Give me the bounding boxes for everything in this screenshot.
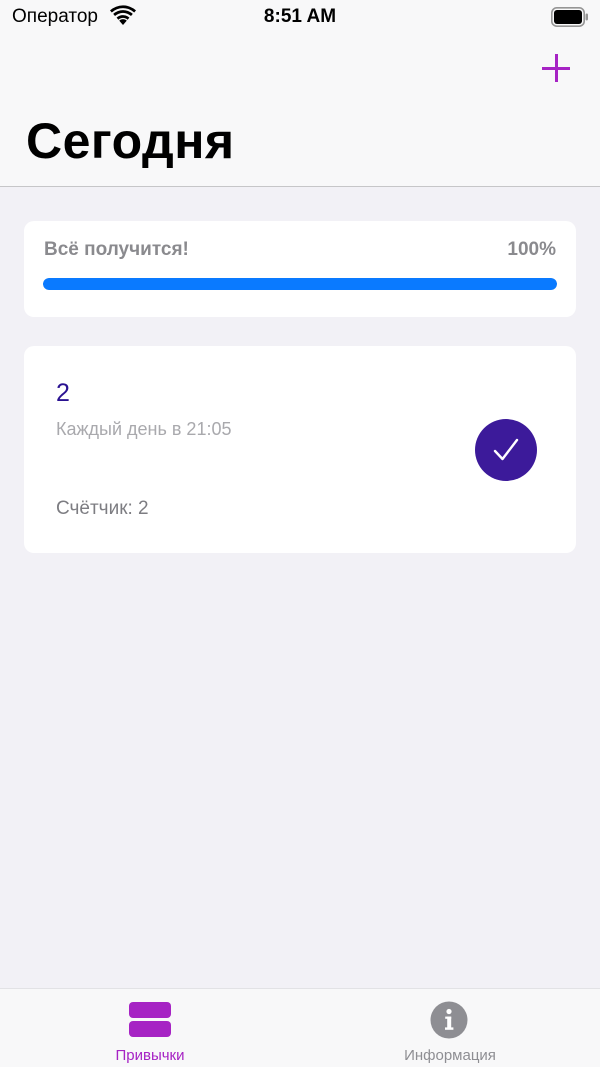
- rectangle-stack-icon: [129, 1002, 171, 1038]
- tab-bar: Привычки Информация: [0, 988, 600, 1067]
- progress-label: Всё получится!: [44, 239, 189, 260]
- progress-card: Всё получится! 100%: [24, 221, 576, 317]
- tab-info[interactable]: Информация: [300, 989, 600, 1067]
- habit-counter: Счётчик: 2: [56, 498, 149, 519]
- habit-name: 2: [56, 379, 70, 407]
- navigation-header: Оператор 8:51 AM Сегодня: [0, 0, 600, 187]
- tab-habits[interactable]: Привычки: [0, 989, 300, 1067]
- battery-icon: [551, 7, 589, 27]
- progress-percent: 100%: [507, 239, 556, 260]
- add-habit-button[interactable]: [540, 52, 572, 84]
- habit-card[interactable]: 2 Каждый день в 21:05 Счётчик: 2: [24, 346, 576, 553]
- checkmark-icon: [493, 438, 519, 461]
- status-bar: Оператор 8:51 AM: [0, 0, 600, 34]
- progress-bar: [43, 278, 557, 290]
- status-time: 8:51 AM: [263, 6, 337, 27]
- tab-info-label: Информация: [404, 1047, 496, 1064]
- habit-done-toggle[interactable]: [475, 419, 537, 481]
- habits-screen: Оператор 8:51 AM Сегодня Всё получится! …: [0, 0, 600, 1067]
- habit-schedule: Каждый день в 21:05: [56, 419, 232, 439]
- progress-bar-fill: [43, 278, 557, 290]
- info-circle-icon: [430, 1001, 468, 1039]
- page-title: Сегодня: [26, 113, 235, 169]
- tab-habits-label: Привычки: [115, 1047, 185, 1064]
